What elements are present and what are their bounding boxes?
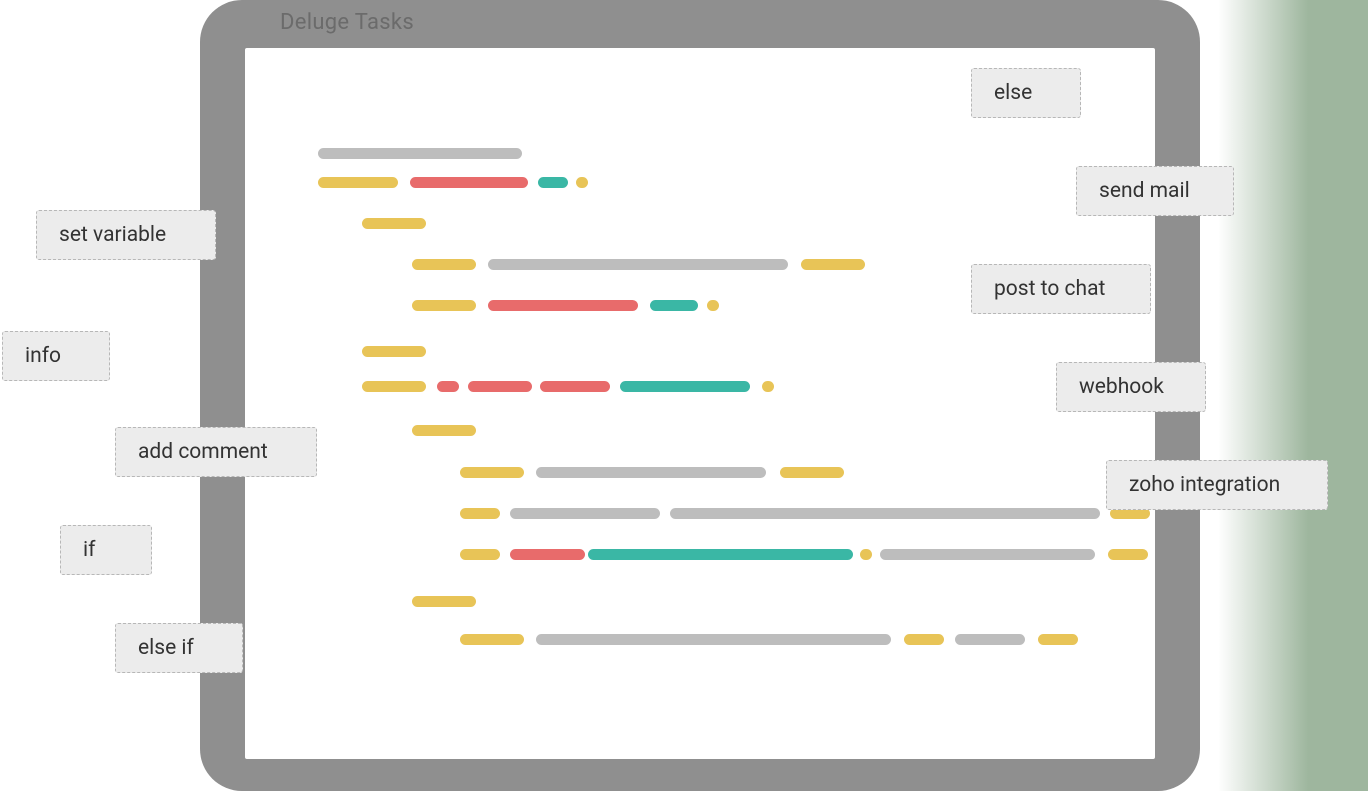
code-token <box>955 634 1025 645</box>
task-chip-zoho-integration[interactable]: zoho integration <box>1106 460 1328 510</box>
code-token <box>460 467 524 478</box>
task-chip-if[interactable]: if <box>60 525 152 575</box>
code-token <box>468 381 532 392</box>
code-token <box>588 549 853 560</box>
task-chip-post-to-chat[interactable]: post to chat <box>971 264 1151 314</box>
code-token <box>538 177 568 188</box>
chip-label: add comment <box>138 440 268 464</box>
code-token <box>762 381 774 392</box>
code-token <box>412 300 476 311</box>
chip-label: if <box>83 538 95 562</box>
code-token <box>318 148 522 159</box>
code-token <box>620 381 750 392</box>
chip-label: else if <box>138 636 194 660</box>
code-token <box>510 508 660 519</box>
chip-label: set variable <box>59 223 166 247</box>
code-token <box>437 381 459 392</box>
chip-label: send mail <box>1099 179 1190 203</box>
code-token <box>362 346 426 357</box>
code-token <box>1038 634 1078 645</box>
task-chip-else-if[interactable]: else if <box>115 623 243 673</box>
code-token <box>860 549 872 560</box>
code-token <box>536 634 891 645</box>
task-chip-set-variable[interactable]: set variable <box>36 210 216 260</box>
code-token <box>412 425 476 436</box>
background-accent <box>1218 0 1368 791</box>
code-token <box>410 177 528 188</box>
task-chip-else[interactable]: else <box>971 68 1081 118</box>
code-token <box>536 467 766 478</box>
code-token <box>460 634 524 645</box>
code-token <box>510 549 585 560</box>
task-chip-send-mail[interactable]: send mail <box>1076 166 1234 216</box>
code-token <box>576 177 588 188</box>
chip-label: webhook <box>1079 375 1164 399</box>
code-token <box>460 549 500 560</box>
chip-label: zoho integration <box>1129 473 1280 497</box>
code-token <box>707 300 719 311</box>
code-token <box>540 381 610 392</box>
code-token <box>1108 549 1148 560</box>
code-token <box>412 596 476 607</box>
code-token <box>904 634 944 645</box>
chip-label: else <box>994 81 1032 105</box>
code-token <box>362 381 426 392</box>
code-token <box>488 300 638 311</box>
code-token <box>670 508 1100 519</box>
code-token <box>880 549 1095 560</box>
task-chip-info[interactable]: info <box>2 331 110 381</box>
code-token <box>412 259 476 270</box>
code-token <box>488 259 788 270</box>
code-token <box>362 218 426 229</box>
code-token <box>318 177 398 188</box>
code-token <box>801 259 865 270</box>
code-token <box>650 300 698 311</box>
device-frame: Deluge Tasks <box>200 0 1200 791</box>
chip-label: post to chat <box>994 277 1105 301</box>
code-token <box>460 508 500 519</box>
device-title: Deluge Tasks <box>280 10 414 35</box>
chip-label: info <box>25 344 61 368</box>
task-chip-webhook[interactable]: webhook <box>1056 362 1206 412</box>
task-chip-add-comment[interactable]: add comment <box>115 427 317 477</box>
code-token <box>780 467 844 478</box>
